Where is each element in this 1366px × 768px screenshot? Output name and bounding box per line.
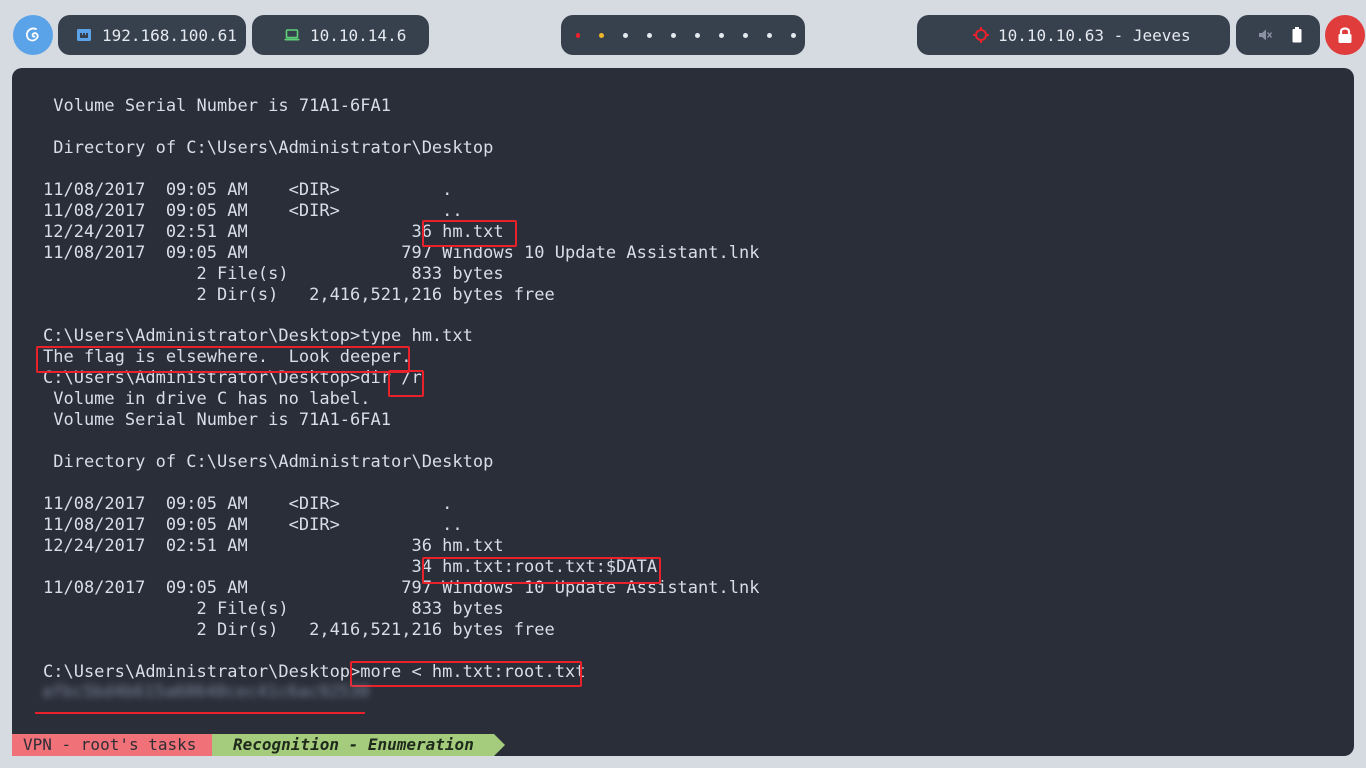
terminal-line: 2 Dir(s) 2,416,521,216 bytes free [43,284,555,305]
highlight-dir-r [388,370,424,397]
workspace-1[interactable] [575,32,581,38]
highlight-hm-txt [422,220,517,247]
terminal-line: 11/08/2017 09:05 AM <DIR> .. [43,515,463,535]
terminal-line: Volume Serial Number is 71A1-6FA1 [43,96,391,116]
target-widget[interactable]: 10.10.10.63 - Jeeves [917,15,1230,55]
top-bar: 192.168.100.61 10.10.14.6 10.10.10.63 - … [0,0,1366,68]
terminal-line: 2 Dir(s) 2,416,521,216 bytes free [43,619,555,640]
flag-underline [35,712,365,714]
local-ip-text: 192.168.100.61 [102,25,237,45]
system-tray [1236,15,1320,55]
laptop-icon [284,29,300,41]
workspace-3[interactable] [623,32,629,38]
terminal-line: 2 File(s) 833 bytes [43,598,504,619]
terminal-line: 11/08/2017 09:05 AM <DIR> . [43,179,453,200]
workspace-5[interactable] [671,32,677,38]
lock-icon [1338,27,1352,43]
workspace-7[interactable] [718,32,724,38]
redacted-flag: afbc5bd4b615a60648cec41c6ac92530 [42,682,370,702]
workspace-6[interactable] [695,32,700,38]
network-icon [77,29,91,41]
terminal-line: Directory of C:\Users\Administrator\Desk… [43,452,494,473]
crosshair-icon [973,27,989,43]
mute-icon[interactable] [1258,28,1272,42]
lock-button[interactable] [1325,15,1365,55]
local-ip-widget[interactable]: 192.168.100.61 [58,15,246,55]
terminal-window[interactable]: Volume Serial Number is 71A1-6FA1 Direct… [12,68,1354,756]
terminal-line: C:\Users\Administrator\Desktop>type hm.t… [43,326,473,347]
task-arrow [494,734,505,756]
terminal-line: 11/08/2017 09:05 AM <DIR> .. [43,200,463,221]
vpn-ip-widget[interactable]: 10.10.14.6 [252,15,429,55]
workspace-2[interactable] [599,32,605,38]
terminal-line: Volume in drive C has no label. [43,389,371,410]
terminal-line: 12/24/2017 02:51 AM 36 hm.txt [43,535,504,556]
workspaces [561,15,805,55]
debian-swirl-icon [25,27,39,42]
workspace-9[interactable] [766,32,772,38]
terminal-line: 2 File(s) 833 bytes [43,263,504,284]
session-segment[interactable]: VPN - root's tasks [12,734,212,756]
debian-logo-button[interactable] [13,15,53,55]
terminal-line: 11/08/2017 09:05 AM 797 Windows 10 Updat… [43,242,760,263]
terminal-line: Volume Serial Number is 71A1-6FA1 [43,410,391,431]
highlight-more-command [350,661,582,687]
task-segment[interactable]: Recognition - Enumeration [212,734,494,756]
workspace-4[interactable] [647,32,653,38]
terminal-line: Directory of C:\Users\Administrator\Desk… [43,137,494,158]
workspace-8[interactable] [742,32,748,38]
battery-icon[interactable] [1292,27,1302,43]
vpn-ip-text: 10.10.14.6 [310,25,407,45]
highlight-flag-message [36,346,410,373]
target-text: 10.10.10.63 - Jeeves [998,25,1191,45]
workspace-10[interactable] [790,32,796,38]
terminal-line: 11/08/2017 09:05 AM <DIR> . [43,494,453,515]
highlight-ads-stream [422,557,661,584]
